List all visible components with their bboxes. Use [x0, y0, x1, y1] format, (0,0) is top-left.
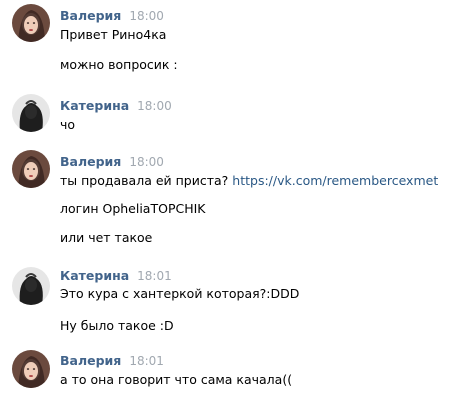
message-link[interactable]: https://vk.com/remembercexmet [232, 173, 438, 188]
message-text: или чет такое [60, 230, 153, 245]
message-header: Катерина 18:00 [60, 98, 172, 113]
avatar[interactable] [12, 94, 50, 132]
avatar[interactable] [12, 150, 50, 188]
message-header: Валерия 18:00 [60, 154, 164, 169]
message-text-part: ты продавала ей приста? [60, 173, 229, 188]
author-name[interactable]: Валерия [60, 353, 121, 368]
avatar[interactable] [12, 4, 50, 42]
message-text: а то она говорит что сама качала(( [60, 372, 293, 387]
avatar[interactable] [12, 267, 50, 305]
message-text: Это кура с хантеркой которая?:DDD [60, 286, 300, 301]
message-text: Ну было такое :D [60, 318, 174, 333]
message-time[interactable]: 18:00 [129, 9, 164, 23]
author-name[interactable]: Катерина [60, 98, 129, 113]
message-text: Привет Рино4ка [60, 27, 167, 42]
message-time[interactable]: 18:00 [129, 155, 164, 169]
author-name[interactable]: Валерия [60, 154, 121, 169]
message-text: чо [60, 117, 76, 132]
message-text: логин OpheliaTOPCHIK [60, 201, 206, 216]
message-time[interactable]: 18:01 [137, 269, 172, 283]
message-header: Катерина 18:01 [60, 268, 172, 283]
author-name[interactable]: Катерина [60, 268, 129, 283]
message-time[interactable]: 18:00 [137, 99, 172, 113]
message-text: можно вопросик : [60, 57, 178, 72]
message-header: Валерия 18:00 [60, 8, 164, 23]
avatar[interactable] [12, 350, 50, 388]
message-text: ты продавала ей приста? https://vk.com/r… [60, 173, 438, 188]
author-name[interactable]: Валерия [60, 8, 121, 23]
message-header: Валерия 18:01 [60, 353, 164, 368]
message-time[interactable]: 18:01 [129, 354, 164, 368]
